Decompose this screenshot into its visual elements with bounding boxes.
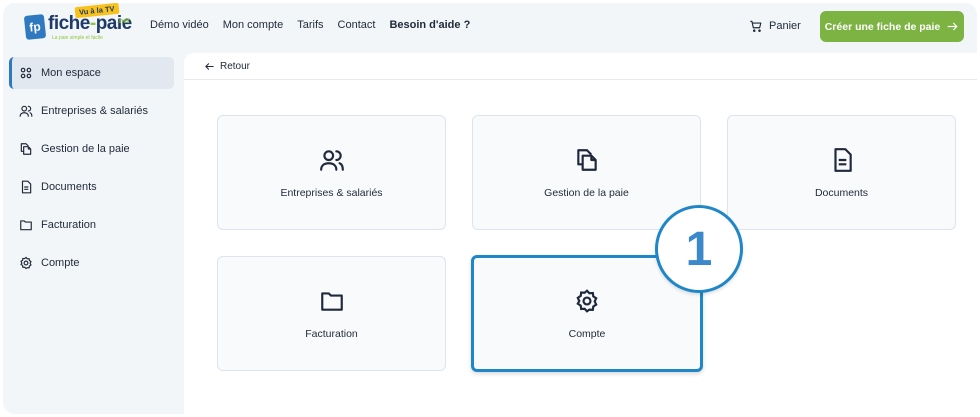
nav-tarifs[interactable]: Tarifs	[297, 19, 323, 31]
card-label: Facturation	[305, 327, 358, 340]
sidebar-item-entreprises[interactable]: Entreprises & salariés	[9, 95, 174, 127]
top-header: fp fiche-paie Vu à la TV .net La paie si…	[3, 3, 977, 53]
card-gestion-paie[interactable]: Gestion de la paie	[472, 115, 701, 230]
cart-button[interactable]: Panier	[749, 19, 801, 33]
sidebar-item-label: Documents	[41, 181, 97, 193]
card-label: Gestion de la paie	[544, 186, 629, 199]
sidebar-item-compte[interactable]: Compte	[9, 247, 174, 279]
nav-mon-compte[interactable]: Mon compte	[223, 19, 284, 31]
copy-icon	[20, 143, 32, 155]
card-entreprises-salaries[interactable]: Entreprises & salariés	[217, 115, 446, 230]
nav-contact[interactable]: Contact	[338, 19, 376, 31]
folder-icon	[20, 220, 32, 231]
gear-icon	[20, 256, 32, 270]
file-icon	[21, 180, 32, 194]
sidebar-item-label: Compte	[41, 257, 80, 269]
sidebar-item-gestion-paie[interactable]: Gestion de la paie	[9, 133, 174, 165]
card-documents[interactable]: Documents	[727, 115, 956, 230]
card-label: Documents	[814, 186, 869, 199]
sidebar-item-label: Facturation	[41, 219, 97, 231]
logo-fp-mark: fp	[23, 14, 47, 40]
app-frame: fp fiche-paie Vu à la TV .net La paie si…	[3, 3, 977, 414]
logo[interactable]: fp fiche-paie Vu à la TV .net La paie si…	[23, 3, 135, 45]
create-payslip-label: Créer une fiche de paie	[824, 20, 941, 33]
sidebar-item-label: Gestion de la paie	[41, 143, 130, 155]
copy-icon	[576, 148, 597, 171]
card-facturation[interactable]: Facturation	[217, 256, 446, 371]
nav-demo-video[interactable]: Démo vidéo	[150, 19, 209, 31]
logo-tagline: La paie simple et facile	[52, 35, 103, 41]
file-icon	[833, 147, 852, 172]
users-icon	[319, 149, 344, 171]
back-link[interactable]: Retour	[204, 61, 250, 72]
card-label: Entreprises & salariés	[280, 186, 383, 199]
main-content: Retour Entreprises & salariés Gestion de…	[184, 53, 977, 414]
sidebar-item-label: Entreprises & salariés	[41, 105, 148, 117]
sidebar-item-mon-espace[interactable]: Mon espace	[9, 57, 174, 89]
sidebar-item-label: Mon espace	[41, 67, 101, 79]
cart-icon	[750, 20, 762, 32]
card-label: Compte	[568, 327, 606, 340]
nav-besoin-aide[interactable]: Besoin d'aide ?	[389, 19, 470, 31]
main-nav: Démo vidéo Mon compte Tarifs Contact Bes…	[150, 19, 484, 31]
sidebar-item-documents[interactable]: Documents	[9, 171, 174, 203]
cart-label: Panier	[769, 20, 801, 32]
gear-icon	[576, 288, 598, 313]
users-icon	[19, 105, 33, 117]
header-divider	[184, 79, 977, 80]
create-payslip-button[interactable]: Créer une fiche de paie	[820, 11, 964, 42]
back-label: Retour	[220, 61, 251, 72]
logo-suffix: .net	[117, 18, 130, 25]
arrow-left-icon	[205, 63, 214, 70]
sidebar-item-facturation[interactable]: Facturation	[9, 209, 174, 241]
sidebar: Mon espace Entreprises & salariés Gestio…	[3, 53, 184, 414]
step-number-badge: 1	[655, 205, 743, 293]
grid-icon	[20, 67, 32, 79]
folder-icon	[320, 291, 343, 311]
arrow-right-icon	[947, 22, 958, 31]
